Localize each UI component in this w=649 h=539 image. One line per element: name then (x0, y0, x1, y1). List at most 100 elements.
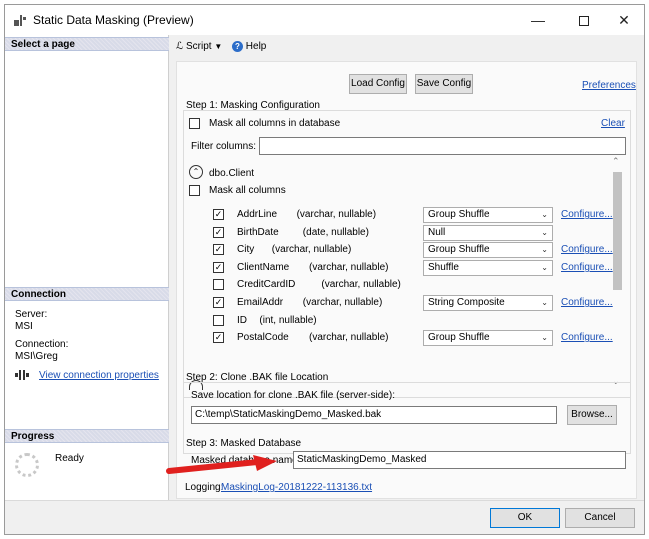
window-title: Static Data Masking (Preview) (33, 13, 194, 27)
column-type: (varchar, nullable) (271, 244, 352, 255)
masking-function-value: Null (428, 227, 446, 238)
chevron-down-icon: ⌄ (541, 228, 548, 237)
ok-button[interactable]: OK (490, 508, 560, 528)
column-type: (varchar, nullable) (302, 297, 383, 308)
maximize-icon (579, 16, 589, 27)
column-type: (varchar, nullable) (309, 332, 389, 343)
mask-all-db-label: Mask all columns in database (209, 118, 341, 129)
app-icon (14, 15, 26, 26)
script-menu[interactable]: ℒ Script ▼ (176, 41, 222, 52)
filter-columns-label: Filter columns: (191, 141, 257, 152)
bak-path-input[interactable]: C:\temp\StaticMaskingDemo_Masked.bak (191, 406, 557, 424)
preferences-link[interactable]: Preferences (582, 80, 636, 91)
column-checkbox-addrline[interactable]: ✓ (213, 209, 224, 220)
masking-function-select[interactable]: Null ⌄ (423, 225, 553, 241)
scroll-up-icon[interactable]: ⌃ (612, 156, 620, 167)
server-label: Server: (15, 309, 48, 320)
connection-properties-icon (15, 369, 29, 384)
configure-link[interactable]: Configure... (561, 209, 613, 220)
masking-function-select[interactable]: Group Shuffle ⌄ (423, 330, 553, 346)
progress-spinner-icon (15, 453, 39, 477)
logging-file-link[interactable]: MaskingLog-20181222-113136.txt (221, 482, 372, 493)
masking-function-value: Shuffle (428, 262, 459, 273)
column-name: City (237, 244, 255, 255)
save-location-label: Save location for clone .BAK file (serve… (191, 390, 395, 401)
masking-function-value: Group Shuffle (428, 209, 490, 220)
filter-columns-input[interactable] (259, 137, 626, 155)
close-button[interactable]: ✕ (601, 5, 644, 35)
script-label: Script (185, 41, 212, 52)
logging-label: Logging: (185, 482, 224, 493)
script-icon: ℒ (176, 41, 184, 52)
mask-all-columns-checkbox[interactable] (189, 185, 200, 196)
column-name: EmailAddr (237, 297, 284, 308)
configure-link[interactable]: Configure... (561, 332, 613, 343)
select-page-header: Select a page (5, 37, 169, 51)
masking-function-value: Group Shuffle (428, 244, 490, 255)
configure-link[interactable]: Configure... (561, 244, 613, 255)
dialog-window: Static Data Masking (Preview) — ✕ Select… (4, 4, 645, 535)
column-type: (varchar, nullable) (309, 262, 389, 273)
content-panel: Load Config Save Config Preferences Step… (176, 61, 637, 499)
server-value: MSI (15, 321, 33, 332)
annotation-arrow (166, 455, 277, 474)
minimize-button[interactable]: — (515, 5, 561, 35)
main-pane: ℒ Script ▼ ? Help Load Config Save Confi… (170, 35, 644, 500)
masking-function-select[interactable]: Group Shuffle ⌄ (423, 207, 553, 223)
masking-function-select[interactable]: Group Shuffle ⌄ (423, 242, 553, 258)
help-label: Help (245, 41, 267, 53)
help-button[interactable]: ? Help (232, 41, 266, 52)
column-type: (varchar, nullable) (296, 209, 377, 220)
browse-button[interactable]: Browse... (567, 405, 617, 425)
column-checkbox-clientname[interactable]: ✓ (213, 262, 224, 273)
step3-label: Step 3: Masked Database (186, 438, 302, 449)
help-icon: ? (232, 41, 243, 52)
column-checkbox-emailaddr[interactable]: ✓ (213, 297, 224, 308)
column-checkbox-creditcardid[interactable] (213, 279, 224, 290)
column-name: BirthDate (237, 227, 279, 238)
masking-function-value: String Composite (428, 297, 505, 308)
chevron-down-icon: ▼ (214, 42, 223, 51)
connection-value: MSI\Greg (15, 351, 58, 362)
load-config-button[interactable]: Load Config (349, 74, 407, 94)
save-config-button[interactable]: Save Config (415, 74, 473, 94)
title-bar: Static Data Masking (Preview) — ✕ (5, 5, 644, 35)
column-name: ID (237, 315, 247, 326)
connection-header: Connection (5, 287, 169, 301)
chevron-down-icon: ⌄ (541, 210, 548, 219)
configure-link[interactable]: Configure... (561, 297, 613, 308)
chevron-down-icon: ⌄ (541, 245, 548, 254)
column-checkbox-postalcode[interactable]: ✓ (213, 332, 224, 343)
column-checkbox-birthdate[interactable]: ✓ (213, 227, 224, 238)
column-checkbox-city[interactable]: ✓ (213, 244, 224, 255)
progress-header: Progress (5, 429, 169, 443)
configure-link[interactable]: Configure... (561, 262, 613, 273)
column-type: (date, nullable) (302, 227, 369, 238)
column-name: ClientName (237, 262, 290, 273)
column-type: (int, nullable) (259, 315, 317, 326)
column-checkbox-id[interactable] (213, 315, 224, 326)
scroll-thumb[interactable] (613, 172, 622, 290)
masking-function-value: Group Shuffle (428, 332, 490, 343)
masking-function-select[interactable]: Shuffle ⌄ (423, 260, 553, 276)
left-pane: Select a page Connection Server: MSI Con… (5, 35, 169, 500)
table-name: dbo.Client (209, 168, 255, 179)
cancel-button[interactable]: Cancel (565, 508, 635, 528)
collapse-icon[interactable]: ⌃ (189, 165, 203, 179)
progress-status: Ready (55, 453, 84, 464)
connection-label: Connection: (15, 339, 69, 350)
view-connection-properties-link[interactable]: View connection properties (39, 370, 159, 381)
chevron-down-icon: ⌄ (541, 333, 548, 342)
chevron-down-icon: ⌄ (541, 263, 548, 272)
mask-all-db-checkbox[interactable] (189, 118, 200, 129)
column-name: PostalCode (237, 332, 289, 343)
mask-all-columns-label: Mask all columns (209, 185, 286, 196)
chevron-down-icon: ⌄ (541, 298, 548, 307)
masked-db-name-input[interactable]: StaticMaskingDemo_Masked (293, 451, 626, 469)
column-name: AddrLine (237, 209, 278, 220)
clear-link[interactable]: Clear (601, 118, 625, 129)
masking-function-select[interactable]: String Composite ⌄ (423, 295, 553, 311)
column-list-scrollbar[interactable]: ⌃ ⌄ (610, 154, 624, 390)
column-type: (varchar, nullable) (321, 279, 401, 290)
toolbar: ℒ Script ▼ ? Help (170, 35, 644, 59)
